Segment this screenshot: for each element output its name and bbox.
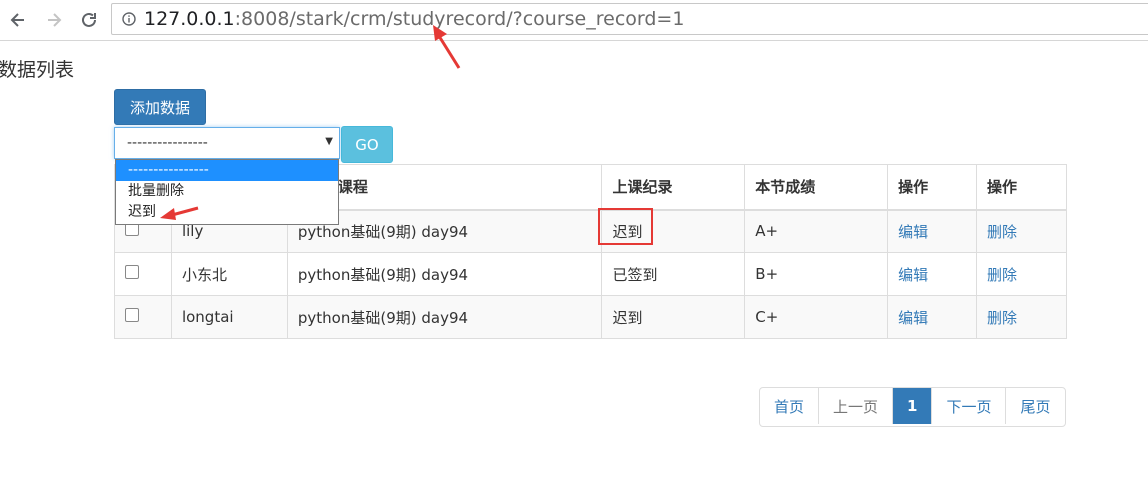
url-text: 127.0.0.1:8008/stark/crm/studyrecord/?co… (144, 8, 684, 30)
row-checkbox-cell (114, 295, 172, 339)
delete-link[interactable]: 删除 (987, 223, 1017, 241)
score: A+ (744, 209, 889, 253)
dropdown-option-late[interactable]: 迟到 (116, 202, 338, 223)
action-dropdown-list: ---------------- 批量删除 迟到 (115, 159, 339, 225)
header-score: 本节成绩 (744, 164, 889, 211)
record-status: 已签到 (601, 252, 746, 296)
edit-link[interactable]: 编辑 (898, 223, 928, 241)
annotation-arrow-icon (160, 206, 199, 220)
score: C+ (744, 295, 889, 339)
browser-toolbar: 127.0.0.1:8008/stark/crm/studyrecord/?co… (0, 0, 1148, 41)
page-last[interactable]: 尾页 (1006, 388, 1064, 424)
annotation-arrow-icon (433, 25, 461, 69)
page-prev[interactable]: 上一页 (819, 388, 894, 424)
header-action-edit: 操作 (887, 164, 978, 211)
table-row: longtai python基础(9期) day94 迟到 C+ 编辑 删除 (114, 295, 1067, 339)
page-first[interactable]: 首页 (760, 388, 820, 424)
dropdown-option-batch-delete[interactable]: 批量删除 (116, 181, 338, 202)
student-name: 小东北 (170, 252, 288, 296)
info-icon[interactable] (122, 12, 136, 26)
edit-link[interactable]: 编辑 (898, 309, 928, 327)
edit-link[interactable]: 编辑 (898, 266, 928, 284)
score: B+ (744, 252, 889, 296)
record-status: 迟到 (601, 295, 746, 339)
caret-down-icon: ▼ (325, 136, 333, 147)
row-checkbox[interactable] (125, 265, 139, 279)
course-name: python基础(9期) day94 (286, 295, 603, 339)
action-select[interactable]: ---------------- ▼ (114, 127, 340, 159)
header-record: 上课纪录 (601, 164, 746, 211)
page-current[interactable]: 1 (893, 388, 933, 424)
header-course-label: 课程 (337, 178, 368, 197)
page-next[interactable]: 下一页 (932, 388, 1007, 424)
table-row: 小东北 python基础(9期) day94 已签到 B+ 编辑 删除 (114, 252, 1067, 296)
go-button[interactable]: GO (341, 126, 393, 163)
header-action-delete: 操作 (976, 164, 1067, 211)
action-select-value: ---------------- (127, 135, 208, 151)
row-checkbox-cell (114, 252, 172, 296)
delete-link[interactable]: 删除 (987, 266, 1017, 284)
forward-arrow-icon[interactable] (42, 8, 66, 32)
back-arrow-icon[interactable] (6, 8, 30, 32)
address-bar[interactable]: 127.0.0.1:8008/stark/crm/studyrecord/?co… (111, 3, 1148, 35)
annotation-highlight-box (598, 208, 653, 245)
url-host: 127.0.0.1 (144, 8, 235, 30)
page-title: 数据列表 (0, 59, 75, 81)
course-name: python基础(9期) day94 (286, 252, 603, 296)
add-data-button[interactable]: 添加数据 (114, 89, 206, 125)
reload-icon[interactable] (77, 8, 101, 32)
delete-link[interactable]: 删除 (987, 309, 1017, 327)
pagination: 首页 上一页 1 下一页 尾页 (759, 387, 1066, 427)
dropdown-option-empty[interactable]: ---------------- (116, 160, 338, 181)
student-name: longtai (170, 295, 288, 339)
row-checkbox[interactable] (125, 308, 139, 322)
